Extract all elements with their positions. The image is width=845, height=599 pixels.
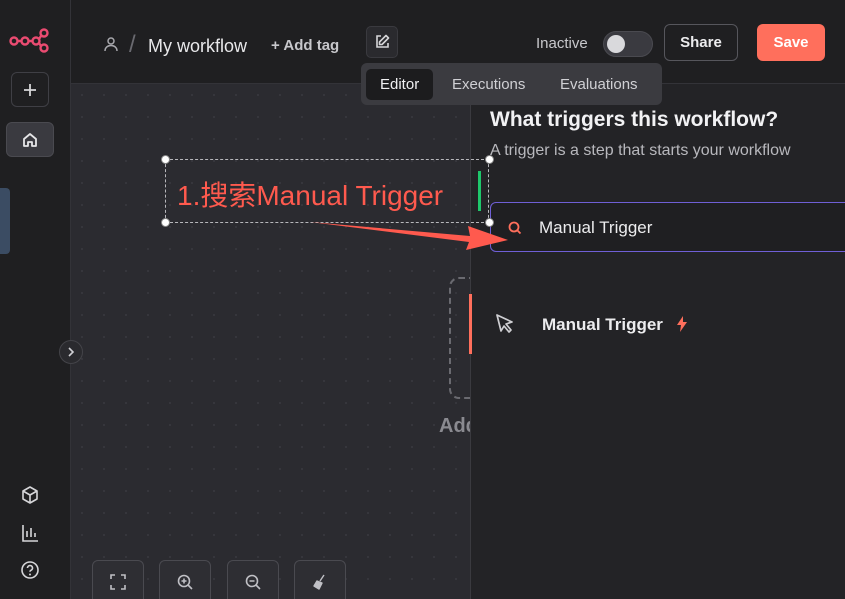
broom-icon (313, 574, 325, 590)
panel-title: What triggers this workflow? (490, 108, 779, 131)
text-caret (478, 171, 481, 211)
edit-description-button[interactable] (366, 26, 398, 58)
plus-icon (24, 83, 36, 96)
trigger-search-input[interactable]: Manual Trigger (490, 202, 845, 252)
workflow-name[interactable]: My workflow (148, 36, 247, 57)
chevron-right-icon (68, 347, 75, 357)
tab-editor[interactable]: Editor (366, 69, 434, 100)
search-input-value: Manual Trigger (539, 218, 653, 237)
zoom-in-icon (177, 574, 193, 590)
bolt-icon (677, 316, 687, 332)
help-icon[interactable] (19, 559, 41, 581)
toggle-knob (607, 35, 625, 53)
trigger-panel: What triggers this workflow? A trigger i… (469, 84, 845, 599)
annotation-handle[interactable] (485, 155, 494, 164)
home-icon (23, 132, 37, 147)
fit-view-icon (110, 574, 126, 590)
add-button[interactable] (11, 72, 49, 107)
result-label: Manual Trigger (542, 315, 663, 334)
breadcrumb-separator: / (129, 31, 136, 58)
extension-tab[interactable] (0, 188, 10, 254)
active-toggle[interactable] (603, 31, 653, 57)
zoom-out-icon (245, 574, 261, 590)
annotation-handle[interactable] (161, 218, 170, 227)
save-button[interactable]: Save (757, 24, 825, 61)
tab-evaluations[interactable]: Evaluations (546, 69, 652, 100)
annotation-handle[interactable] (485, 218, 494, 227)
zoom-out-button[interactable] (227, 560, 279, 599)
active-status-label: Inactive (536, 35, 588, 52)
share-button[interactable]: Share (664, 24, 738, 61)
add-tag-button[interactable]: + Add tag (271, 37, 339, 54)
n8n-logo-icon[interactable] (9, 27, 49, 53)
zoom-in-button[interactable] (159, 560, 211, 599)
sidebar (0, 0, 71, 599)
user-icon (104, 37, 118, 52)
tab-executions[interactable]: Executions (438, 69, 539, 100)
annotation-handle[interactable] (161, 155, 170, 164)
sidebar-collapse-button[interactable] (59, 340, 83, 364)
app-window: / My workflow + Add tag Inactive Share S… (0, 0, 845, 599)
list-item[interactable]: Manual Trigger (469, 292, 845, 356)
panel-subtitle: A trigger is a step that starts your wor… (490, 142, 791, 159)
fit-view-button[interactable] (92, 560, 144, 599)
home-button[interactable] (6, 122, 54, 157)
cursor-pointer-icon (496, 314, 513, 333)
view-tabs: Editor Executions Evaluations (361, 63, 662, 105)
selected-indicator (469, 294, 472, 354)
search-icon (508, 221, 522, 235)
annotation-text: 1.搜索Manual Trigger (177, 180, 444, 211)
insights-icon[interactable] (19, 522, 41, 544)
tidy-up-button[interactable] (294, 560, 346, 599)
edit-icon (376, 34, 390, 48)
templates-icon[interactable] (19, 484, 41, 506)
